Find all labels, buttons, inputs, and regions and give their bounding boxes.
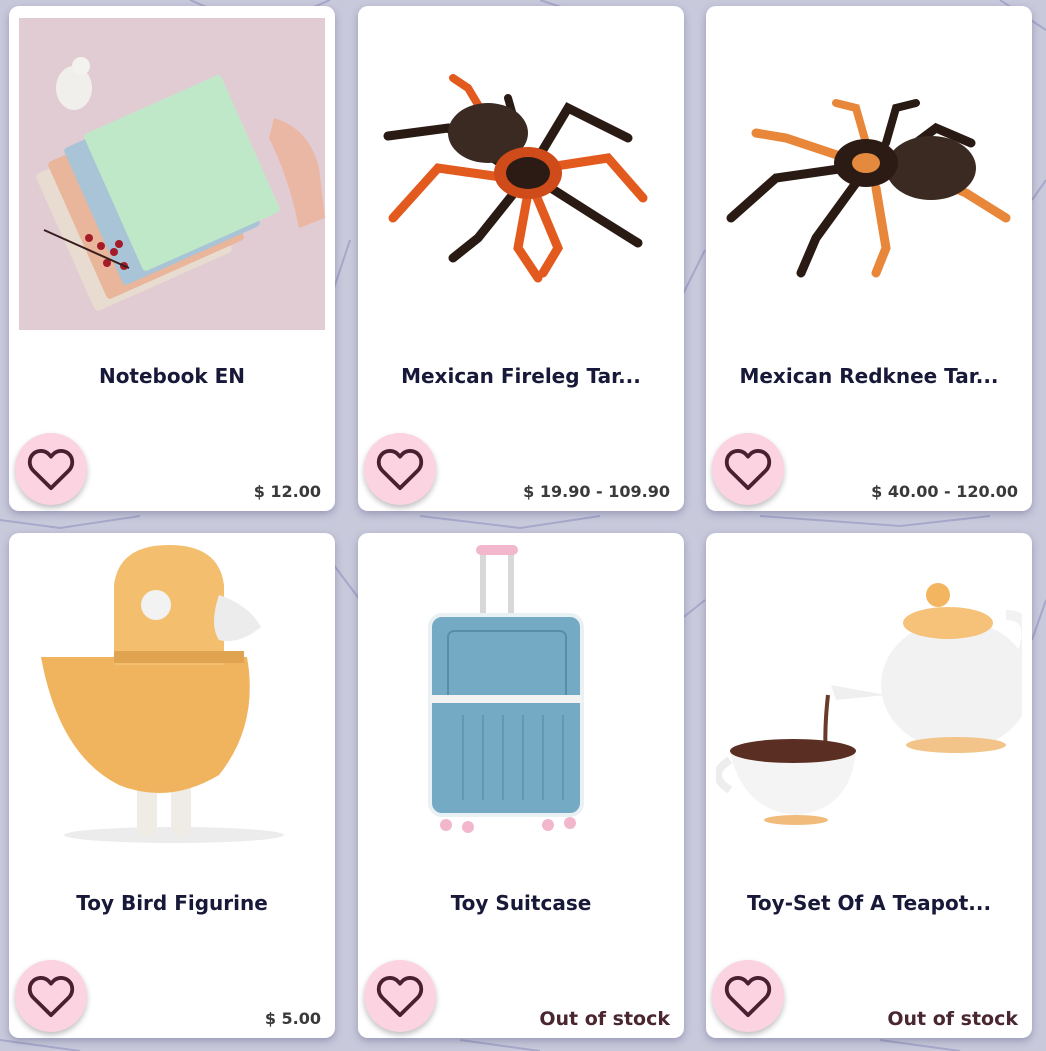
product-title[interactable]: Mexican Redknee Tar... (716, 364, 1022, 388)
heart-outline-icon (724, 449, 772, 491)
product-card[interactable]: Toy Suitcase Out of stock (358, 533, 684, 1038)
product-title[interactable]: Toy Bird Figurine (19, 891, 325, 915)
product-card[interactable]: Mexican Redknee Tar... $ 40.00 - 120.00 (706, 6, 1032, 511)
heart-outline-icon (27, 976, 75, 1018)
tarantula-image (716, 18, 1022, 330)
heart-outline-icon (27, 449, 75, 491)
stock-status: Out of stock (539, 1008, 670, 1030)
favorite-button[interactable] (15, 960, 87, 1032)
teapot-set-image (716, 545, 1022, 857)
product-title[interactable]: Mexican Fireleg Tar... (368, 364, 674, 388)
favorite-button[interactable] (712, 960, 784, 1032)
heart-outline-icon (376, 449, 424, 491)
product-card[interactable]: Mexican Fireleg Tar... $ 19.90 - 109.90 (358, 6, 684, 511)
suitcase-image (368, 545, 674, 857)
favorite-button[interactable] (364, 960, 436, 1032)
favorite-button[interactable] (364, 433, 436, 505)
heart-outline-icon (376, 976, 424, 1018)
favorite-button[interactable] (712, 433, 784, 505)
product-title[interactable]: Toy-Set Of A Teapot... (716, 891, 1022, 915)
product-title[interactable]: Toy Suitcase (368, 891, 674, 915)
product-price: $ 40.00 - 120.00 (871, 482, 1018, 501)
product-title[interactable]: Notebook EN (19, 364, 325, 388)
tarantula-image (368, 18, 674, 330)
product-grid: Notebook EN $ 12.00 Mexican Fireleg Tar.… (0, 0, 1046, 1051)
favorite-button[interactable] (15, 433, 87, 505)
product-price: $ 19.90 - 109.90 (523, 482, 670, 501)
notebook-stack-image (19, 18, 325, 330)
product-price: $ 5.00 (264, 1009, 321, 1028)
product-card[interactable]: Toy Bird Figurine $ 5.00 (9, 533, 335, 1038)
heart-outline-icon (724, 976, 772, 1018)
product-card[interactable]: Notebook EN $ 12.00 (9, 6, 335, 511)
product-price: $ 12.00 (253, 482, 321, 501)
stock-status: Out of stock (887, 1008, 1018, 1030)
toy-bird-image (19, 545, 325, 857)
product-card[interactable]: Toy-Set Of A Teapot... Out of stock (706, 533, 1032, 1038)
